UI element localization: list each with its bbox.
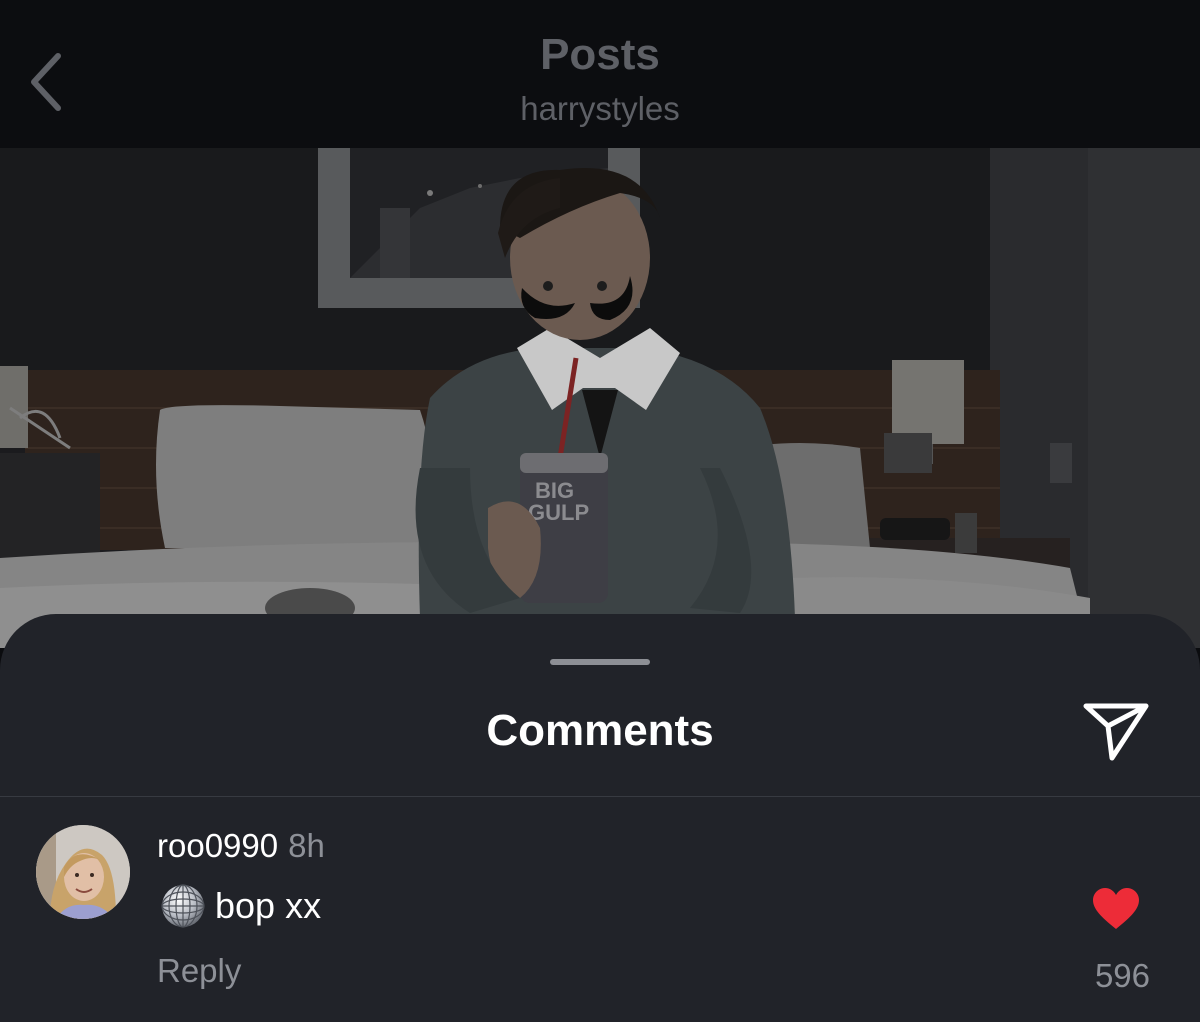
heart-icon xyxy=(1093,888,1139,929)
post-photo[interactable]: BIG GULP xyxy=(0,148,1200,648)
comment-header: roo0990 8h xyxy=(157,827,325,865)
svg-text:GULP: GULP xyxy=(528,500,589,525)
sheet-drag-handle[interactable] xyxy=(550,659,650,665)
paper-plane-icon xyxy=(1083,703,1149,761)
avatar-image xyxy=(36,825,130,919)
comment-username[interactable]: roo0990 xyxy=(157,827,278,864)
post-photo-illustration: BIG GULP xyxy=(0,148,1200,648)
comment-body-text: bop xx xyxy=(215,885,322,926)
comment-item: roo0990 8h bop xx Reply 596 xyxy=(0,797,1200,1022)
comments-sheet: Comments roo0990 8h bop xx Reply 596 xyxy=(0,614,1200,1022)
avatar[interactable] xyxy=(36,825,130,919)
page-title: Posts xyxy=(540,30,660,79)
top-nav-bar: Posts harrystyles xyxy=(0,0,1200,148)
disco-ball-icon xyxy=(161,884,205,928)
comments-title: Comments xyxy=(486,706,714,755)
reply-button[interactable]: Reply xyxy=(157,952,241,990)
like-button[interactable] xyxy=(1086,883,1146,935)
comment-text: bop xx xyxy=(157,883,321,929)
account-username[interactable]: harrystyles xyxy=(0,90,1200,128)
share-button[interactable] xyxy=(1078,698,1154,764)
comment-timestamp: 8h xyxy=(288,827,325,864)
posts-screen: Posts harrystyles BIG GULP Comments roo0… xyxy=(0,0,1200,1022)
like-count: 596 xyxy=(1094,957,1150,994)
